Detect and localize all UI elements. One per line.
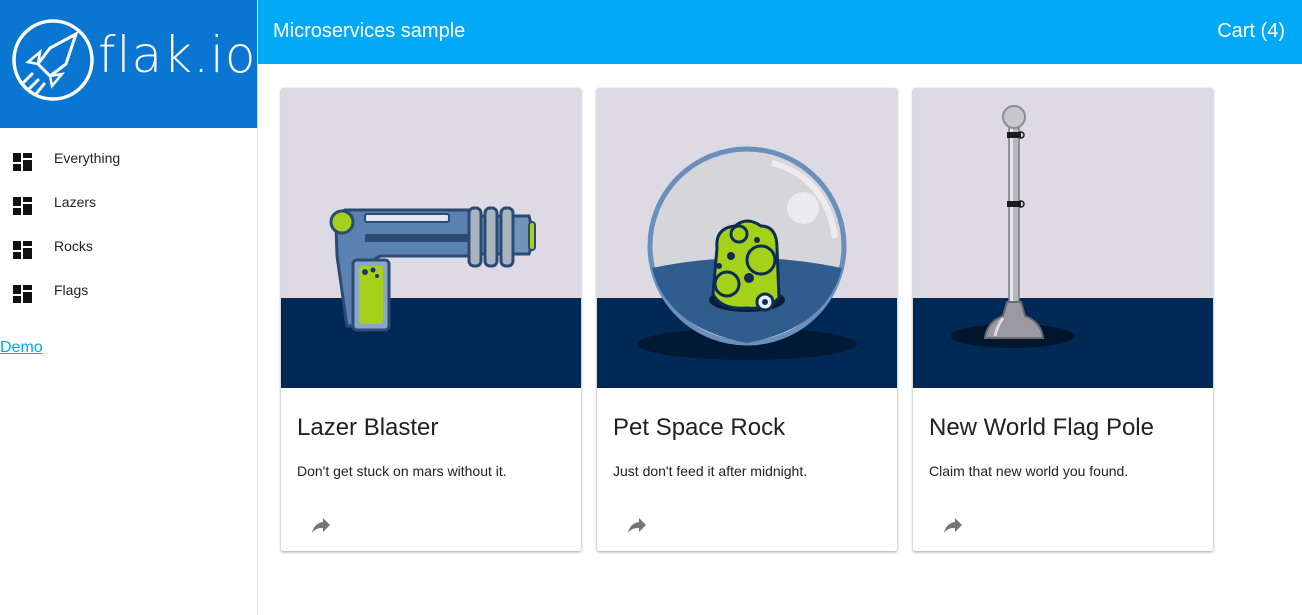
category-nav: Everything Lazers Rocks Flags	[0, 138, 257, 314]
sidebar-item-label: Rocks	[54, 238, 93, 254]
card-description: Claim that new world you found.	[929, 463, 1129, 479]
card-description: Just don't feed it after midnight.	[613, 463, 808, 479]
cart-button[interactable]: Cart (4)	[1217, 20, 1285, 43]
dashboard-icon	[13, 285, 32, 303]
brand-logo[interactable]: flak.io	[0, 0, 257, 128]
sidebar-item-label: Everything	[54, 150, 121, 166]
product-card-flag-pole[interactable]: New World Flag Pole Claim that new world…	[913, 88, 1213, 551]
rocket-circle-icon	[12, 19, 94, 101]
sidebar: flak.io Everything Lazers Rocks Flags De…	[0, 0, 258, 615]
card-description: Don't get stuck on mars without it.	[297, 463, 507, 479]
demo-link[interactable]: Demo	[0, 339, 43, 357]
top-app-bar: Microservices sample Cart (4)	[258, 0, 1302, 64]
flag-pole-image	[913, 88, 1213, 388]
sidebar-item-label: Lazers	[54, 194, 97, 210]
sidebar-item-lazers[interactable]: Lazers	[0, 182, 257, 226]
card-title: New World Flag Pole	[929, 414, 1154, 441]
share-icon[interactable]	[309, 514, 333, 538]
dashboard-icon	[13, 197, 32, 215]
sidebar-item-label: Flags	[54, 282, 89, 298]
card-title: Lazer Blaster	[297, 414, 439, 441]
page-title: Microservices sample	[273, 20, 466, 42]
sidebar-item-everything[interactable]: Everything	[0, 138, 257, 182]
sidebar-item-rocks[interactable]: Rocks	[0, 226, 257, 270]
share-icon[interactable]	[941, 514, 965, 538]
card-title: Pet Space Rock	[613, 414, 786, 441]
product-card-lazer-blaster[interactable]: Lazer Blaster Don't get stuck on mars wi…	[281, 88, 581, 551]
logo-text: flak.io	[98, 26, 257, 84]
product-card-pet-space-rock[interactable]: Pet Space Rock Just don't feed it after …	[597, 88, 897, 551]
sidebar-item-flags[interactable]: Flags	[0, 270, 257, 314]
lazer-blaster-image	[281, 88, 581, 388]
share-icon[interactable]	[625, 514, 649, 538]
dashboard-icon	[13, 241, 32, 259]
pet-space-rock-image	[597, 88, 897, 388]
dashboard-icon	[13, 153, 32, 171]
